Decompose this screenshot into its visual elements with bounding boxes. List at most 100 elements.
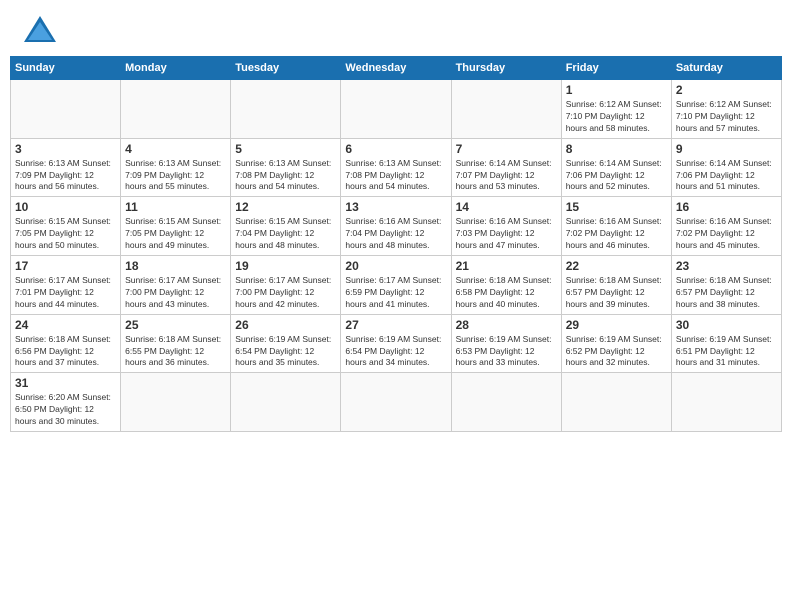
calendar-cell xyxy=(341,373,451,432)
day-number: 20 xyxy=(345,259,446,273)
calendar-cell xyxy=(451,80,561,139)
day-number: 30 xyxy=(676,318,777,332)
calendar-cell: 27 Sunrise: 6:19 AM Sunset: 6:54 PM Dayli… xyxy=(341,314,451,373)
day-info: Sunrise: 6:14 AM Sunset: 7:07 PM Dayligh… xyxy=(456,158,557,194)
day-header-wednesday: Wednesday xyxy=(341,57,451,80)
day-number: 7 xyxy=(456,142,557,156)
day-number: 6 xyxy=(345,142,446,156)
day-info: Sunrise: 6:13 AM Sunset: 7:09 PM Dayligh… xyxy=(125,158,226,194)
calendar-cell: 21 Sunrise: 6:18 AM Sunset: 6:58 PM Dayli… xyxy=(451,256,561,315)
day-info: Sunrise: 6:18 AM Sunset: 6:56 PM Dayligh… xyxy=(15,334,116,370)
day-number: 14 xyxy=(456,200,557,214)
logo xyxy=(18,14,58,44)
day-number: 12 xyxy=(235,200,336,214)
day-number: 27 xyxy=(345,318,446,332)
day-info: Sunrise: 6:18 AM Sunset: 6:57 PM Dayligh… xyxy=(566,275,667,311)
calendar-week-row: 24 Sunrise: 6:18 AM Sunset: 6:56 PM Dayli… xyxy=(11,314,782,373)
day-info: Sunrise: 6:19 AM Sunset: 6:51 PM Dayligh… xyxy=(676,334,777,370)
day-info: Sunrise: 6:12 AM Sunset: 7:10 PM Dayligh… xyxy=(676,99,777,135)
calendar-cell: 12 Sunrise: 6:15 AM Sunset: 7:04 PM Dayli… xyxy=(231,197,341,256)
calendar-cell: 28 Sunrise: 6:19 AM Sunset: 6:53 PM Dayli… xyxy=(451,314,561,373)
calendar-cell: 8 Sunrise: 6:14 AM Sunset: 7:06 PM Daylig… xyxy=(561,138,671,197)
calendar-cell: 2 Sunrise: 6:12 AM Sunset: 7:10 PM Daylig… xyxy=(671,80,781,139)
day-number: 18 xyxy=(125,259,226,273)
calendar-week-row: 17Sunrise: 6:17 AM Sunset: 7:01 PM Dayli… xyxy=(11,256,782,315)
day-number: 5 xyxy=(235,142,336,156)
calendar-cell: 18 Sunrise: 6:17 AM Sunset: 7:00 PM Dayli… xyxy=(121,256,231,315)
day-number: 24 xyxy=(15,318,116,332)
day-number: 23 xyxy=(676,259,777,273)
calendar-cell: 11Sunrise: 6:15 AM Sunset: 7:05 PM Dayli… xyxy=(121,197,231,256)
calendar-cell: 3 Sunrise: 6:13 AM Sunset: 7:09 PM Daylig… xyxy=(11,138,121,197)
calendar-week-row: 31Sunrise: 6:20 AM Sunset: 6:50 PM Dayli… xyxy=(11,373,782,432)
calendar-cell: 30 Sunrise: 6:19 AM Sunset: 6:51 PM Dayli… xyxy=(671,314,781,373)
calendar-cell xyxy=(231,373,341,432)
calendar-cell xyxy=(451,373,561,432)
day-info: Sunrise: 6:19 AM Sunset: 6:54 PM Dayligh… xyxy=(345,334,446,370)
day-info: Sunrise: 6:18 AM Sunset: 6:55 PM Dayligh… xyxy=(125,334,226,370)
day-number: 13 xyxy=(345,200,446,214)
day-info: Sunrise: 6:18 AM Sunset: 6:58 PM Dayligh… xyxy=(456,275,557,311)
calendar-cell: 9 Sunrise: 6:14 AM Sunset: 7:06 PM Daylig… xyxy=(671,138,781,197)
day-number: 8 xyxy=(566,142,667,156)
calendar-week-row: 3 Sunrise: 6:13 AM Sunset: 7:09 PM Daylig… xyxy=(11,138,782,197)
day-header-monday: Monday xyxy=(121,57,231,80)
calendar-cell: 29 Sunrise: 6:19 AM Sunset: 6:52 PM Dayli… xyxy=(561,314,671,373)
calendar-cell: 20 Sunrise: 6:17 AM Sunset: 6:59 PM Dayli… xyxy=(341,256,451,315)
calendar-cell xyxy=(11,80,121,139)
day-number: 1 xyxy=(566,83,667,97)
day-info: Sunrise: 6:16 AM Sunset: 7:02 PM Dayligh… xyxy=(566,216,667,252)
calendar-cell: 25Sunrise: 6:18 AM Sunset: 6:55 PM Dayli… xyxy=(121,314,231,373)
day-info: Sunrise: 6:14 AM Sunset: 7:06 PM Dayligh… xyxy=(566,158,667,194)
day-number: 16 xyxy=(676,200,777,214)
day-info: Sunrise: 6:15 AM Sunset: 7:04 PM Dayligh… xyxy=(235,216,336,252)
day-header-sunday: Sunday xyxy=(11,57,121,80)
day-info: Sunrise: 6:15 AM Sunset: 7:05 PM Dayligh… xyxy=(125,216,226,252)
calendar-cell xyxy=(561,373,671,432)
calendar-cell: 23 Sunrise: 6:18 AM Sunset: 6:57 PM Dayli… xyxy=(671,256,781,315)
calendar-cell: 22Sunrise: 6:18 AM Sunset: 6:57 PM Dayli… xyxy=(561,256,671,315)
calendar-cell: 7 Sunrise: 6:14 AM Sunset: 7:07 PM Daylig… xyxy=(451,138,561,197)
day-number: 3 xyxy=(15,142,116,156)
day-header-thursday: Thursday xyxy=(451,57,561,80)
calendar-cell: 31Sunrise: 6:20 AM Sunset: 6:50 PM Dayli… xyxy=(11,373,121,432)
day-info: Sunrise: 6:18 AM Sunset: 6:57 PM Dayligh… xyxy=(676,275,777,311)
day-number: 31 xyxy=(15,376,116,390)
day-number: 19 xyxy=(235,259,336,273)
calendar-header-row: SundayMondayTuesdayWednesdayThursdayFrid… xyxy=(11,57,782,80)
calendar-cell: 26 Sunrise: 6:19 AM Sunset: 6:54 PM Dayli… xyxy=(231,314,341,373)
day-info: Sunrise: 6:14 AM Sunset: 7:06 PM Dayligh… xyxy=(676,158,777,194)
day-info: Sunrise: 6:19 AM Sunset: 6:52 PM Dayligh… xyxy=(566,334,667,370)
day-info: Sunrise: 6:13 AM Sunset: 7:09 PM Dayligh… xyxy=(15,158,116,194)
calendar-cell: 14Sunrise: 6:16 AM Sunset: 7:03 PM Dayli… xyxy=(451,197,561,256)
calendar-cell: 13 Sunrise: 6:16 AM Sunset: 7:04 PM Dayli… xyxy=(341,197,451,256)
calendar-cell: 1Sunrise: 6:12 AM Sunset: 7:10 PM Daylig… xyxy=(561,80,671,139)
day-number: 28 xyxy=(456,318,557,332)
day-info: Sunrise: 6:17 AM Sunset: 6:59 PM Dayligh… xyxy=(345,275,446,311)
day-number: 10 xyxy=(15,200,116,214)
day-info: Sunrise: 6:16 AM Sunset: 7:04 PM Dayligh… xyxy=(345,216,446,252)
day-info: Sunrise: 6:13 AM Sunset: 7:08 PM Dayligh… xyxy=(235,158,336,194)
day-info: Sunrise: 6:19 AM Sunset: 6:53 PM Dayligh… xyxy=(456,334,557,370)
day-number: 29 xyxy=(566,318,667,332)
calendar-cell xyxy=(671,373,781,432)
day-number: 4 xyxy=(125,142,226,156)
day-number: 26 xyxy=(235,318,336,332)
calendar-cell: 24 Sunrise: 6:18 AM Sunset: 6:56 PM Dayli… xyxy=(11,314,121,373)
calendar-cell: 6Sunrise: 6:13 AM Sunset: 7:08 PM Daylig… xyxy=(341,138,451,197)
logo-icon xyxy=(22,14,58,44)
day-info: Sunrise: 6:19 AM Sunset: 6:54 PM Dayligh… xyxy=(235,334,336,370)
day-info: Sunrise: 6:17 AM Sunset: 7:00 PM Dayligh… xyxy=(235,275,336,311)
day-number: 17 xyxy=(15,259,116,273)
calendar-cell: 10Sunrise: 6:15 AM Sunset: 7:05 PM Dayli… xyxy=(11,197,121,256)
day-number: 21 xyxy=(456,259,557,273)
day-number: 9 xyxy=(676,142,777,156)
calendar-cell: 15 Sunrise: 6:16 AM Sunset: 7:02 PM Dayli… xyxy=(561,197,671,256)
day-header-tuesday: Tuesday xyxy=(231,57,341,80)
calendar-cell: 5 Sunrise: 6:13 AM Sunset: 7:08 PM Daylig… xyxy=(231,138,341,197)
day-number: 15 xyxy=(566,200,667,214)
day-info: Sunrise: 6:16 AM Sunset: 7:02 PM Dayligh… xyxy=(676,216,777,252)
calendar-cell: 4 Sunrise: 6:13 AM Sunset: 7:09 PM Daylig… xyxy=(121,138,231,197)
day-number: 2 xyxy=(676,83,777,97)
day-info: Sunrise: 6:17 AM Sunset: 7:00 PM Dayligh… xyxy=(125,275,226,311)
